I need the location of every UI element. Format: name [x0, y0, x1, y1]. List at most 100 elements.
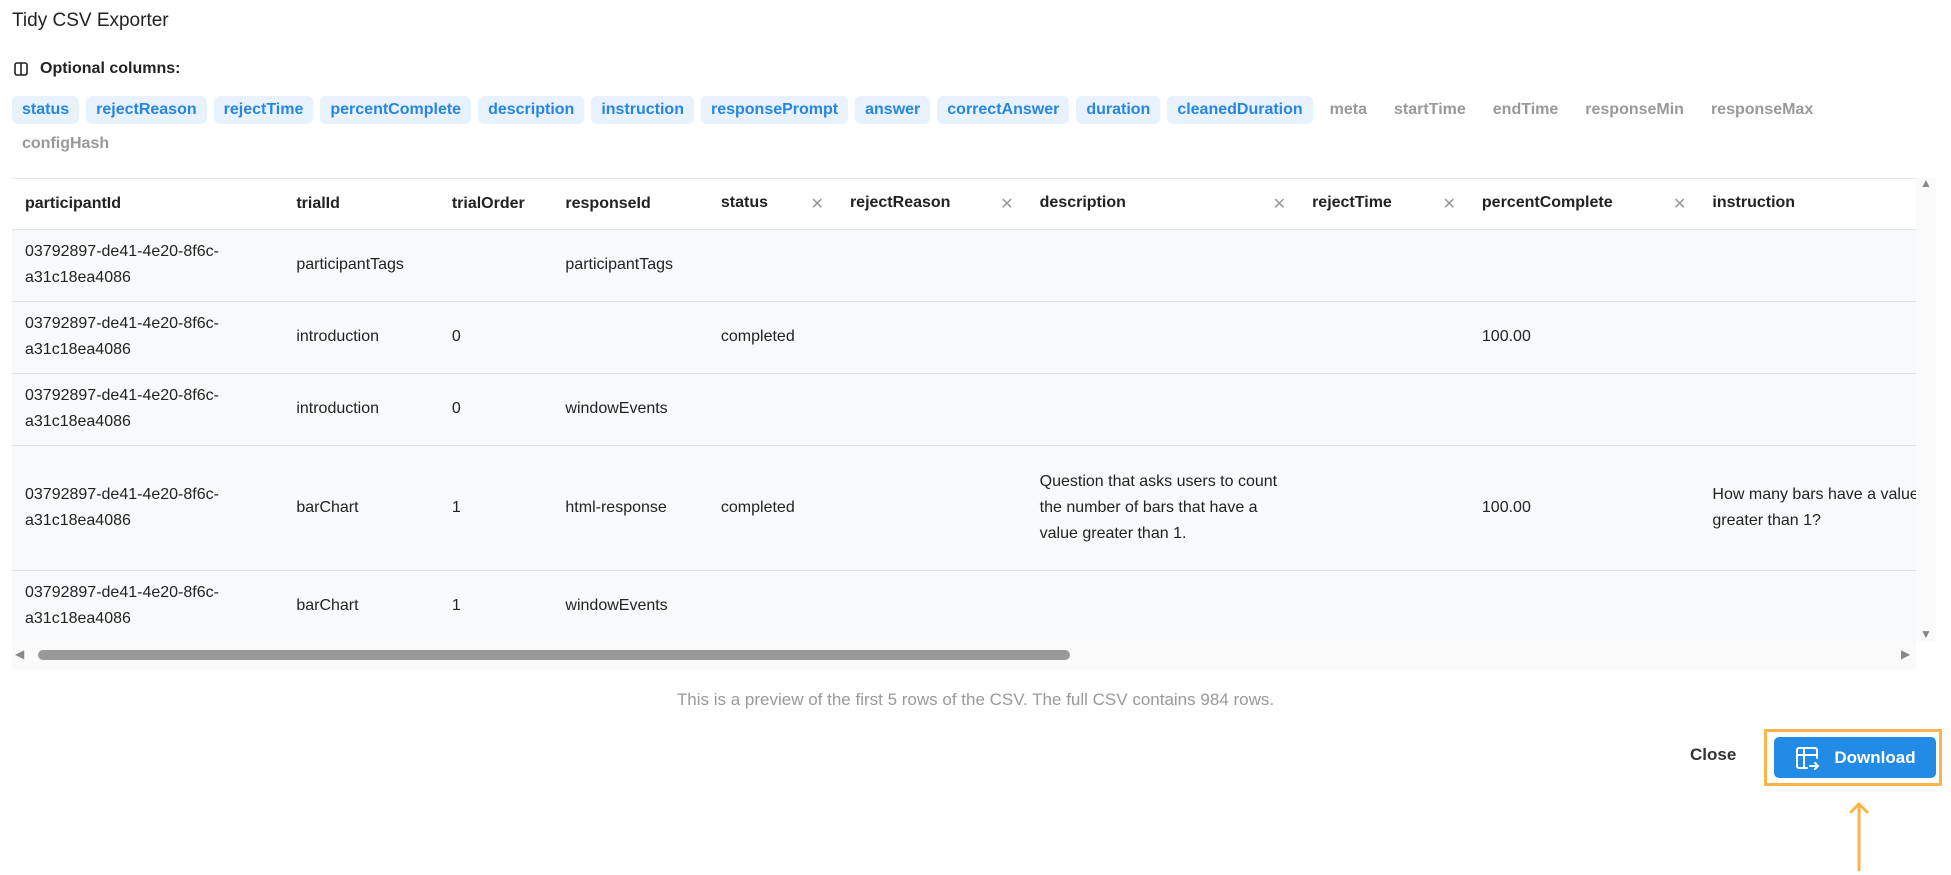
close-icon[interactable]: ✕: [1673, 194, 1686, 214]
table-cell-status: completed: [707, 445, 837, 571]
close-icon[interactable]: ✕: [1273, 194, 1286, 214]
column-header-status: status ✕: [707, 179, 837, 230]
table-cell-rejectReason: [836, 301, 1027, 374]
optional-columns-chips: status rejectReason rejectTime percentCompl…: [12, 96, 1912, 158]
horizontal-scrollbar[interactable]: ◀ ▶: [12, 641, 1916, 669]
table-cell-responseId: windowEvents: [552, 570, 708, 641]
column-header-trialId: trialId: [283, 179, 439, 230]
column-chip-instruction[interactable]: instruction: [591, 96, 694, 124]
column-chip-responseMax[interactable]: responseMax: [1701, 96, 1823, 124]
scroll-left-icon[interactable]: ◀: [15, 647, 24, 661]
close-icon[interactable]: ✕: [1443, 194, 1456, 214]
table-cell-description: Question that asks users to count the nu…: [1026, 445, 1300, 571]
table-cell-percentComplete: [1468, 373, 1700, 446]
table-cell-instruction: [1699, 301, 1916, 374]
close-button[interactable]: Close: [1690, 745, 1736, 765]
table-cell-rejectReason: [836, 445, 1027, 571]
table-cell-status: completed: [707, 301, 837, 374]
column-chip-duration[interactable]: duration: [1076, 96, 1161, 124]
table-cell-rejectTime: [1299, 570, 1469, 641]
table-cell-trialId: barChart: [283, 445, 439, 571]
column-header-trialOrder: trialOrder: [438, 179, 553, 230]
column-header-label: trialOrder: [451, 194, 525, 212]
close-icon[interactable]: ✕: [1000, 194, 1013, 214]
table-cell-participantId: 03792897-de41-4e20-8f6c-a31c18ea4086: [12, 570, 284, 641]
table-cell-rejectTime: [1299, 301, 1469, 374]
column-header-participantId: participantId: [12, 179, 284, 230]
table-cell-percentComplete: 100.00: [1468, 301, 1700, 374]
table-cell-percentComplete: [1468, 570, 1700, 641]
table-export-icon: [1796, 746, 1820, 770]
close-icon[interactable]: ✕: [811, 194, 824, 214]
column-chip-responsePrompt[interactable]: responsePrompt: [700, 96, 849, 124]
table-cell-rejectTime: [1299, 229, 1469, 302]
column-chip-cleanedDuration[interactable]: cleanedDuration: [1167, 96, 1313, 124]
table-cell-trialOrder: [438, 229, 553, 302]
table-cell-instruction: [1699, 373, 1916, 446]
column-chip-description[interactable]: description: [478, 96, 585, 124]
table-cell-participantId: 03792897-de41-4e20-8f6c-a31c18ea4086: [12, 301, 284, 374]
table-cell-trialOrder: 0: [438, 373, 553, 446]
table-cell-responseId: participantTags: [552, 229, 708, 302]
column-header-label: description: [1039, 193, 1126, 211]
column-header-description: description ✕: [1026, 179, 1300, 230]
arrow-annotation: [1849, 801, 1869, 872]
column-header-label: percentComplete: [1481, 193, 1613, 211]
scroll-down-icon[interactable]: ▼: [1920, 627, 1932, 641]
column-chip-endTime[interactable]: endTime: [1483, 96, 1569, 124]
column-chip-correctAnswer[interactable]: correctAnswer: [937, 96, 1070, 124]
column-header-label: participantId: [25, 194, 122, 212]
dialog-title: Tidy CSV Exporter: [12, 10, 169, 31]
table-cell-trialOrder: 0: [438, 301, 553, 374]
column-chip-rejectTime[interactable]: rejectTime: [213, 96, 314, 124]
column-header-percentComplete: percentComplete ✕: [1468, 179, 1700, 230]
table-cell-responseId: html-response: [552, 445, 708, 571]
column-chip-rejectReason[interactable]: rejectReason: [86, 96, 207, 124]
table-cell-description: [1026, 229, 1300, 302]
column-header-label: rejectTime: [1312, 193, 1392, 211]
table-cell-trialId: introduction: [283, 301, 439, 374]
column-chip-startTime[interactable]: startTime: [1384, 96, 1476, 124]
vertical-scrollbar[interactable]: ▲ ▼: [1916, 176, 1936, 641]
column-header-instruction: instruction✕: [1699, 179, 1916, 230]
table-cell-trialOrder: 1: [438, 570, 553, 641]
column-header-label: trialId: [296, 194, 340, 212]
column-chip-percentComplete[interactable]: percentComplete: [320, 96, 472, 124]
table-row: 03792897-de41-4e20-8f6c-a31c18ea4086 intr…: [12, 301, 1916, 374]
scrollbar-thumb[interactable]: [38, 650, 1070, 660]
column-chip-responseMin[interactable]: responseMin: [1575, 96, 1694, 124]
table-row: 03792897-de41-4e20-8f6c-a31c18ea4086 part…: [12, 229, 1916, 302]
column-chip-configHash[interactable]: configHash: [12, 130, 119, 158]
download-label: Download: [1834, 747, 1916, 767]
table-cell-trialId: introduction: [283, 373, 439, 446]
table-cell-responseId: [552, 301, 708, 374]
column-header-rejectReason: rejectReason ✕: [836, 179, 1027, 230]
table-row: 03792897-de41-4e20-8f6c-a31c18ea4086 barC…: [12, 445, 1916, 571]
download-button[interactable]: Download: [1774, 737, 1936, 778]
table-cell-trialId: participantTags: [283, 229, 439, 302]
table-cell-instruction: How many bars have a value greater than …: [1699, 445, 1916, 571]
scroll-right-icon[interactable]: ▶: [1901, 647, 1910, 661]
table-cell-rejectReason: [836, 570, 1027, 641]
table-cell-status: [707, 229, 837, 302]
column-chip-status[interactable]: status: [12, 96, 80, 124]
optional-columns-label: Optional columns:: [40, 60, 181, 77]
column-chip-meta[interactable]: meta: [1320, 96, 1377, 124]
table-cell-rejectTime: [1299, 373, 1469, 446]
table-cell-status: [707, 373, 837, 446]
table-cell-trialId: barChart: [283, 570, 439, 641]
table-cell-participantId: 03792897-de41-4e20-8f6c-a31c18ea4086: [12, 445, 284, 571]
table-cell-percentComplete: 100.00: [1468, 445, 1700, 571]
columns-icon: [14, 62, 28, 76]
table-cell-description: [1026, 301, 1300, 374]
table-cell-instruction: [1699, 229, 1916, 302]
column-header-responseId: responseId: [552, 179, 708, 230]
column-header-rejectTime: rejectTime ✕: [1299, 179, 1469, 230]
table-cell-rejectTime: [1299, 445, 1469, 571]
scroll-up-icon[interactable]: ▲: [1920, 176, 1932, 190]
column-chip-answer[interactable]: answer: [855, 96, 931, 124]
table-cell-status: [707, 570, 837, 641]
table-cell-description: [1026, 570, 1300, 641]
table-row: 03792897-de41-4e20-8f6c-a31c18ea4086 intr…: [12, 373, 1916, 446]
table-cell-responseId: windowEvents: [552, 373, 708, 446]
